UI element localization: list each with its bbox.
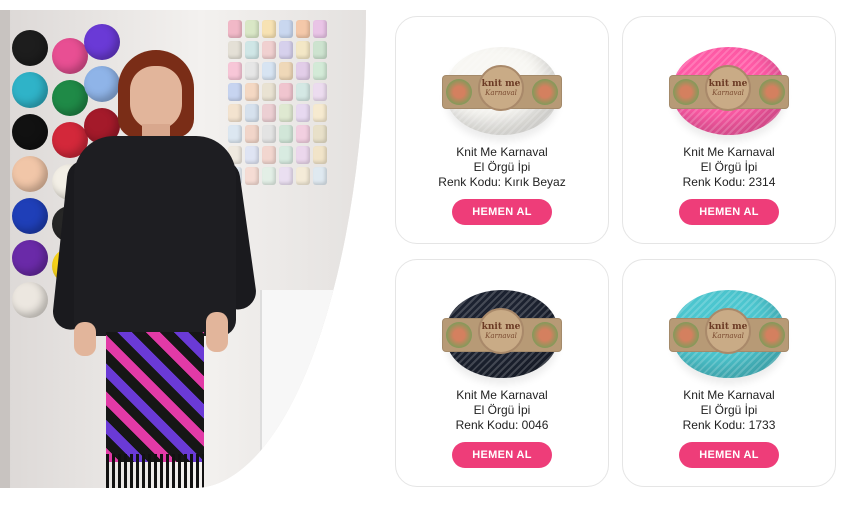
yarn-ball bbox=[12, 72, 48, 108]
flower-icon bbox=[446, 79, 472, 105]
product-type: El Örgü İpi bbox=[700, 160, 758, 174]
shop-counter bbox=[260, 290, 366, 488]
yarn-product-image[interactable]: knit me Karnaval bbox=[442, 41, 562, 137]
brand-logo-text: knit me bbox=[481, 322, 521, 332]
flower-icon bbox=[532, 79, 558, 105]
yarn-label-band: knit me Karnaval bbox=[442, 308, 562, 354]
yarn-product-image[interactable]: knit me Karnaval bbox=[669, 284, 789, 380]
flower-icon bbox=[673, 79, 699, 105]
buy-now-button[interactable]: HEMEN AL bbox=[679, 199, 779, 225]
left-hand bbox=[74, 322, 96, 356]
right-hand bbox=[206, 312, 228, 352]
flower-icon bbox=[673, 322, 699, 348]
shelf-post bbox=[0, 10, 10, 488]
brand-logo-text: knit me bbox=[481, 79, 521, 89]
product-info: Knit Me Karnaval El Örgü İpi Renk Kodu: … bbox=[623, 388, 835, 433]
yarn-ball bbox=[12, 240, 48, 276]
brand-logo: knit me Karnaval bbox=[705, 308, 751, 354]
buy-now-button[interactable]: HEMEN AL bbox=[679, 442, 779, 468]
product-card[interactable]: knit me Karnaval Knit Me Karnaval El Örg… bbox=[395, 16, 609, 244]
product-name[interactable]: Knit Me Karnaval bbox=[623, 388, 835, 403]
brand-line-text: Karnaval bbox=[712, 89, 744, 97]
skirt-fringe bbox=[106, 454, 204, 488]
brand-logo-text: knit me bbox=[708, 79, 748, 89]
brand-logo-text: knit me bbox=[708, 322, 748, 332]
yarn-product-image[interactable]: knit me Karnaval bbox=[442, 284, 562, 380]
brand-line-text: Karnaval bbox=[485, 332, 517, 340]
product-info: Knit Me Karnaval El Örgü İpi Renk Kodu: … bbox=[396, 388, 608, 433]
product-card[interactable]: knit me Karnaval Knit Me Karnaval El Örg… bbox=[622, 259, 836, 487]
product-info: Knit Me Karnaval El Örgü İpi Renk Kodu: … bbox=[623, 145, 835, 190]
flower-icon bbox=[759, 79, 785, 105]
yarn-label-band: knit me Karnaval bbox=[669, 308, 789, 354]
brand-logo: knit me Karnaval bbox=[478, 65, 524, 111]
buy-now-button[interactable]: HEMEN AL bbox=[452, 442, 552, 468]
yarn-ball bbox=[12, 156, 48, 192]
product-color-code: Renk Kodu: 2314 bbox=[682, 175, 776, 189]
product-type: El Örgü İpi bbox=[473, 160, 531, 174]
product-type: El Örgü İpi bbox=[700, 403, 758, 417]
flower-icon bbox=[759, 322, 785, 348]
yarn-ball bbox=[12, 198, 48, 234]
product-name[interactable]: Knit Me Karnaval bbox=[396, 145, 608, 160]
yarn-label-band: knit me Karnaval bbox=[669, 65, 789, 111]
product-color-code: Renk Kodu: 0046 bbox=[455, 418, 549, 432]
product-card[interactable]: knit me Karnaval Knit Me Karnaval El Örg… bbox=[622, 16, 836, 244]
product-color-code: Renk Kodu: Kırık Beyaz bbox=[438, 175, 566, 189]
buy-now-button[interactable]: HEMEN AL bbox=[452, 199, 552, 225]
hero-photo bbox=[0, 10, 366, 488]
brand-logo: knit me Karnaval bbox=[478, 308, 524, 354]
brand-line-text: Karnaval bbox=[485, 89, 517, 97]
product-type: El Örgü İpi bbox=[473, 403, 531, 417]
shop-owner bbox=[51, 50, 259, 488]
product-name[interactable]: Knit Me Karnaval bbox=[623, 145, 835, 160]
yarn-ball bbox=[12, 30, 48, 66]
granny-square-skirt bbox=[106, 332, 204, 462]
product-card[interactable]: knit me Karnaval Knit Me Karnaval El Örg… bbox=[395, 259, 609, 487]
yarn-ball bbox=[12, 114, 48, 150]
black-jacket bbox=[74, 136, 236, 336]
face bbox=[130, 66, 182, 130]
product-info: Knit Me Karnaval El Örgü İpi Renk Kodu: … bbox=[396, 145, 608, 190]
product-color-code: Renk Kodu: 1733 bbox=[682, 418, 776, 432]
yarn-label-band: knit me Karnaval bbox=[442, 65, 562, 111]
yarn-product-image[interactable]: knit me Karnaval bbox=[669, 41, 789, 137]
pompom-rack-left bbox=[12, 30, 48, 318]
flower-icon bbox=[532, 322, 558, 348]
brand-logo: knit me Karnaval bbox=[705, 65, 751, 111]
brand-line-text: Karnaval bbox=[712, 332, 744, 340]
flower-icon bbox=[446, 322, 472, 348]
product-name[interactable]: Knit Me Karnaval bbox=[396, 388, 608, 403]
yarn-ball bbox=[12, 282, 48, 318]
